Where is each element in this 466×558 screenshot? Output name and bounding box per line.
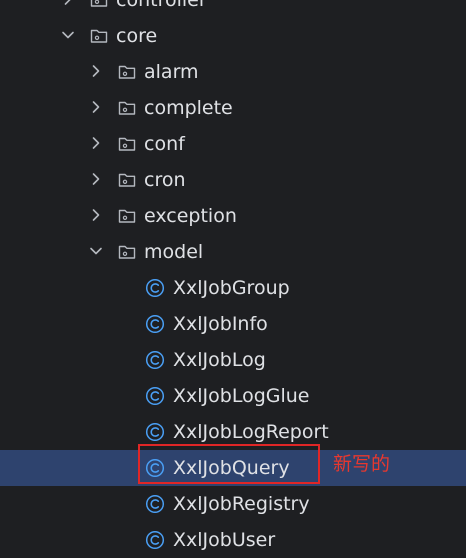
tree-row-controller[interactable]: controller xyxy=(0,0,466,18)
tree-item-label: conf xyxy=(144,133,185,155)
tree-row-xxljoblog[interactable]: XxlJobLog xyxy=(0,342,466,378)
chevron-right-icon[interactable] xyxy=(88,171,104,187)
tree-item-label: controller xyxy=(116,0,207,11)
chevron-down-icon[interactable] xyxy=(60,27,76,43)
tree-item-label: core xyxy=(116,25,158,47)
tree-item-label: cron xyxy=(144,169,186,191)
tree-item-label: XxlJobInfo xyxy=(173,313,268,335)
java-class-icon xyxy=(145,422,165,442)
chevron-right-icon[interactable] xyxy=(88,63,104,79)
folder-icon xyxy=(117,170,137,190)
folder-icon xyxy=(89,26,109,46)
folder-icon xyxy=(117,62,137,82)
tree-item-label: model xyxy=(144,241,204,263)
chevron-right-icon[interactable] xyxy=(88,135,104,151)
tree-row-alarm[interactable]: alarm xyxy=(0,54,466,90)
java-class-icon xyxy=(145,530,165,550)
folder-icon xyxy=(117,206,137,226)
chevron-right-icon[interactable] xyxy=(60,0,76,7)
tree-row-complete[interactable]: complete xyxy=(0,90,466,126)
tree-item-label: XxlJobUser xyxy=(173,529,276,551)
tree-row-model[interactable]: model xyxy=(0,234,466,270)
java-class-icon xyxy=(145,494,165,514)
java-class-icon xyxy=(145,350,165,370)
tree-item-label: XxlJobRegistry xyxy=(173,493,310,515)
tree-item-label: XxlJobLogGlue xyxy=(173,385,310,407)
folder-icon xyxy=(117,242,137,262)
tree-row-exception[interactable]: exception xyxy=(0,198,466,234)
tree-row-xxljobgroup[interactable]: XxlJobGroup xyxy=(0,270,466,306)
tree-row-xxljobinfo[interactable]: XxlJobInfo xyxy=(0,306,466,342)
chevron-right-icon[interactable] xyxy=(88,99,104,115)
tree-item-label: complete xyxy=(144,97,233,119)
tree-row-xxljobregistry[interactable]: XxlJobRegistry xyxy=(0,486,466,522)
tree-row-xxljobuser[interactable]: XxlJobUser xyxy=(0,522,466,558)
tree-item-label: XxlJobLog xyxy=(173,349,266,371)
folder-icon xyxy=(89,0,109,10)
tree-item-label: XxlJobGroup xyxy=(173,277,290,299)
tree-row-core[interactable]: core xyxy=(0,18,466,54)
annotation-label: 新写的 xyxy=(333,453,391,475)
folder-icon xyxy=(117,134,137,154)
tree-row-cron[interactable]: cron xyxy=(0,162,466,198)
java-class-icon xyxy=(145,386,165,406)
tree-row-xxljoblogglue[interactable]: XxlJobLogGlue xyxy=(0,378,466,414)
folder-icon xyxy=(117,98,137,118)
highlight-box xyxy=(138,444,320,484)
chevron-right-icon[interactable] xyxy=(88,207,104,223)
java-class-icon xyxy=(145,314,165,334)
tree-item-label: exception xyxy=(144,205,237,227)
tree-row-conf[interactable]: conf xyxy=(0,126,466,162)
java-class-icon xyxy=(145,278,165,298)
chevron-down-icon[interactable] xyxy=(88,243,104,259)
tree-item-label: alarm xyxy=(144,61,199,83)
